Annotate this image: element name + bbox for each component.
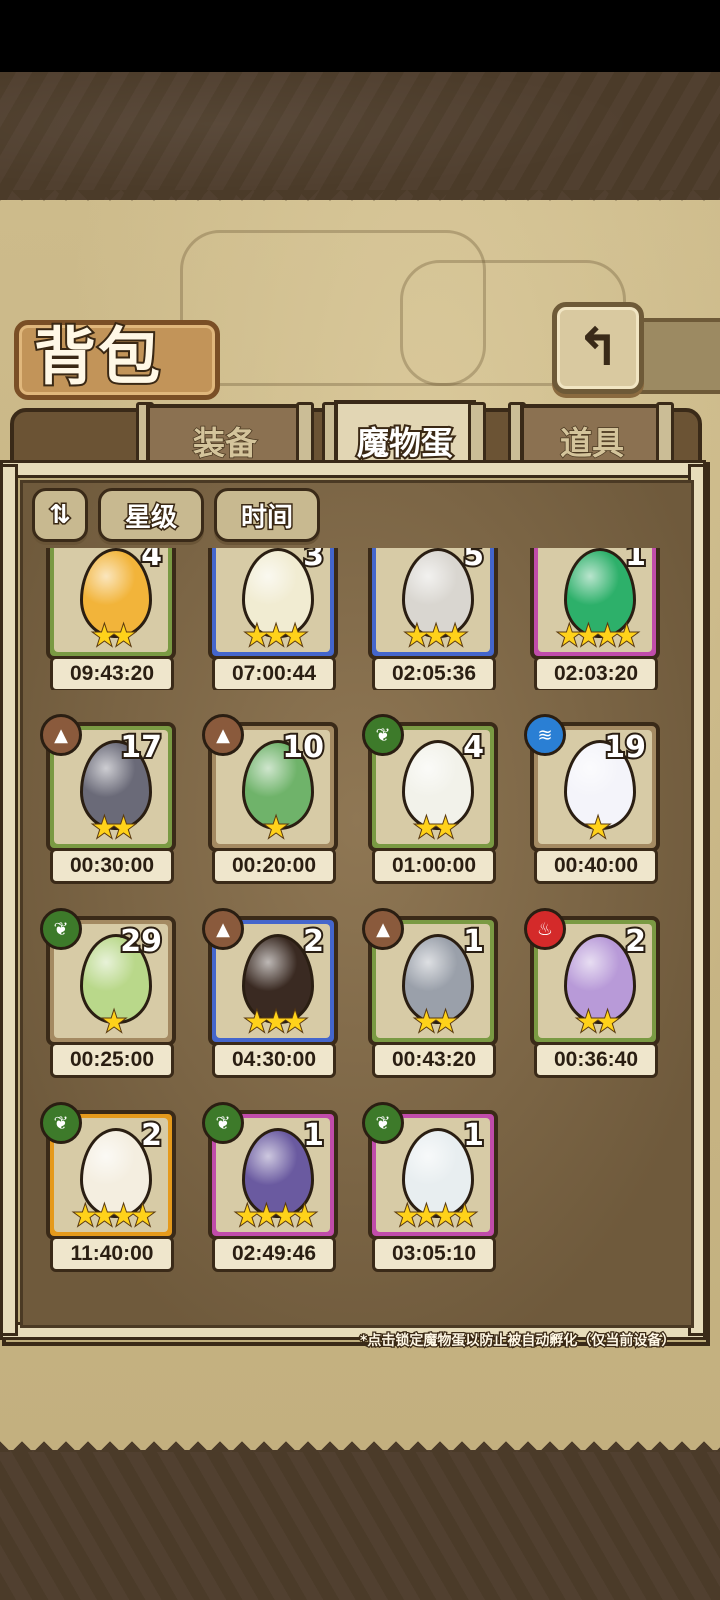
egg-star-rating: ★★ [413,811,459,844]
hatch-timer: 09:43:20 [50,656,174,690]
grass-element-icon: ❦ [362,714,404,756]
egg-slot[interactable]: 2 ★★ ♨ 00:36:40 [524,908,662,1078]
egg-card-background: 4 ★★ [54,548,168,652]
egg-count: 2 [301,924,326,961]
sort-by-star-label: 星级 [123,501,178,534]
egg-star-rating: ★★★★ [394,1199,478,1232]
egg-star-rating: ★ [584,811,611,844]
egg-card[interactable]: 4 ★★ [46,548,176,660]
sort-by-star-button[interactable]: 星级 [98,488,204,542]
tab-monster-eggs-label: 魔物蛋 [355,422,455,464]
egg-star-rating: ★★★ [243,1005,308,1038]
grass-element-icon: ❦ [202,1102,244,1144]
egg-slot[interactable]: 2 ★★★★ ❦ 11:40:00 [40,1102,178,1272]
egg-card[interactable]: 5 ★★★ [368,548,498,660]
egg-slot[interactable]: 1 ★★★★ 02:03:20 [530,548,662,690]
earth-element-icon: ▲ [362,908,404,950]
egg-slot[interactable]: 1 ★★ ▲ 00:43:20 [362,908,500,1078]
egg-slot[interactable]: 2 ★★★ ▲ 04:30:00 [202,908,340,1078]
frame-bar-left [0,464,18,1336]
egg-slot[interactable]: 3 ★★★ 07:00:44 [208,548,340,690]
egg-slot[interactable]: 10 ★ ▲ 00:20:00 [202,714,340,884]
egg-card[interactable]: 1 ★★★★ [530,548,660,660]
hatch-timer: 01:00:00 [372,848,496,884]
egg-slot[interactable]: 5 ★★★ 02:05:36 [368,548,500,690]
grass-element-icon: ❦ [40,908,82,950]
sort-by-time-label: 时间 [239,501,294,534]
egg-count: 1 [301,1118,326,1155]
hatch-timer: 00:30:00 [50,848,174,884]
status-bar [0,0,720,72]
egg-star-rating: ★★★ [243,619,308,652]
egg-count: 10 [280,730,326,767]
map-background-top [0,72,720,202]
egg-count: 19 [602,730,648,767]
egg-slot[interactable]: 4 ★★ 09:43:20 [46,548,178,690]
hatch-timer: 02:03:20 [534,656,658,690]
earth-element-icon: ▲ [202,714,244,756]
egg-star-rating: ★ [262,811,289,844]
grass-element-icon: ❦ [40,1102,82,1144]
hatch-timer: 00:25:00 [50,1042,174,1078]
hatch-timer: 00:20:00 [212,848,336,884]
egg-star-rating: ★★ [91,619,137,652]
sort-by-time-button[interactable]: 时间 [214,488,320,542]
egg-count: 4 [461,730,486,767]
egg-slot[interactable]: 17 ★★ ▲ 00:30:00 [40,714,178,884]
egg-slot[interactable]: 1 ★★★★ ❦ 03:05:10 [362,1102,500,1272]
lock-hint-text: *点击锁定魔物蛋以防止被自动孵化（仅当前设备） [359,1332,677,1351]
egg-count: 2 [623,924,648,961]
egg-star-rating: ★★ [91,811,137,844]
hatch-timer: 02:05:36 [372,656,496,690]
egg-star-rating: ★★★★ [72,1199,156,1232]
egg-card-background: 5 ★★★ [376,548,490,652]
frame-bar-top [0,460,706,478]
hatch-timer: 11:40:00 [50,1236,174,1272]
egg-count: 1 [461,924,486,961]
water-element-icon: ≋ [524,714,566,756]
torn-edge-top [0,190,720,212]
back-button[interactable]: ↰ [552,302,644,394]
hatch-timer: 00:40:00 [534,848,658,884]
torn-edge-bottom [0,1430,720,1452]
fire-element-icon: ♨ [524,908,566,950]
tab-items-label: 道具 [559,423,625,463]
egg-star-rating: ★★ [575,1005,621,1038]
egg-star-rating: ★★★ [403,619,468,652]
map-background-bottom [0,1450,720,1600]
egg-star-rating: ★ [100,1005,127,1038]
hatch-timer: 00:43:20 [372,1042,496,1078]
egg-slot[interactable]: 29 ★ ❦ 00:25:00 [40,908,178,1078]
egg-count: 2 [139,1118,164,1155]
egg-count: 1 [461,1118,486,1155]
egg-count: 17 [118,730,164,767]
tab-equipment-label: 装备 [192,423,258,463]
egg-slot[interactable]: 19 ★ ≋ 00:40:00 [524,714,662,884]
sort-icon: ⇅ [48,499,73,532]
egg-star-rating: ★★ [413,1005,459,1038]
egg-star-rating: ★★★★ [556,619,640,652]
egg-card[interactable]: 3 ★★★ [208,548,338,660]
hatch-timer: 04:30:00 [212,1042,336,1078]
egg-card-background: 1 ★★★★ [538,548,652,652]
sort-order-button[interactable]: ⇅ [32,488,88,542]
hatch-timer: 07:00:44 [212,656,336,690]
grass-element-icon: ❦ [362,1102,404,1144]
egg-card-background: 3 ★★★ [216,548,330,652]
egg-star-rating: ★★★★ [234,1199,318,1232]
egg-count: 29 [118,924,164,961]
egg-slot[interactable]: 1 ★★★★ ❦ 02:49:46 [202,1102,340,1272]
hatch-timer: 02:49:46 [212,1236,336,1272]
earth-element-icon: ▲ [202,908,244,950]
egg-slot[interactable]: 4 ★★ ❦ 01:00:00 [362,714,500,884]
hatch-timer: 00:36:40 [534,1042,658,1078]
page-title: 背包 [32,318,163,395]
back-arrow-icon: ↰ [576,318,620,378]
hatch-timer: 03:05:10 [372,1236,496,1272]
earth-element-icon: ▲ [40,714,82,756]
